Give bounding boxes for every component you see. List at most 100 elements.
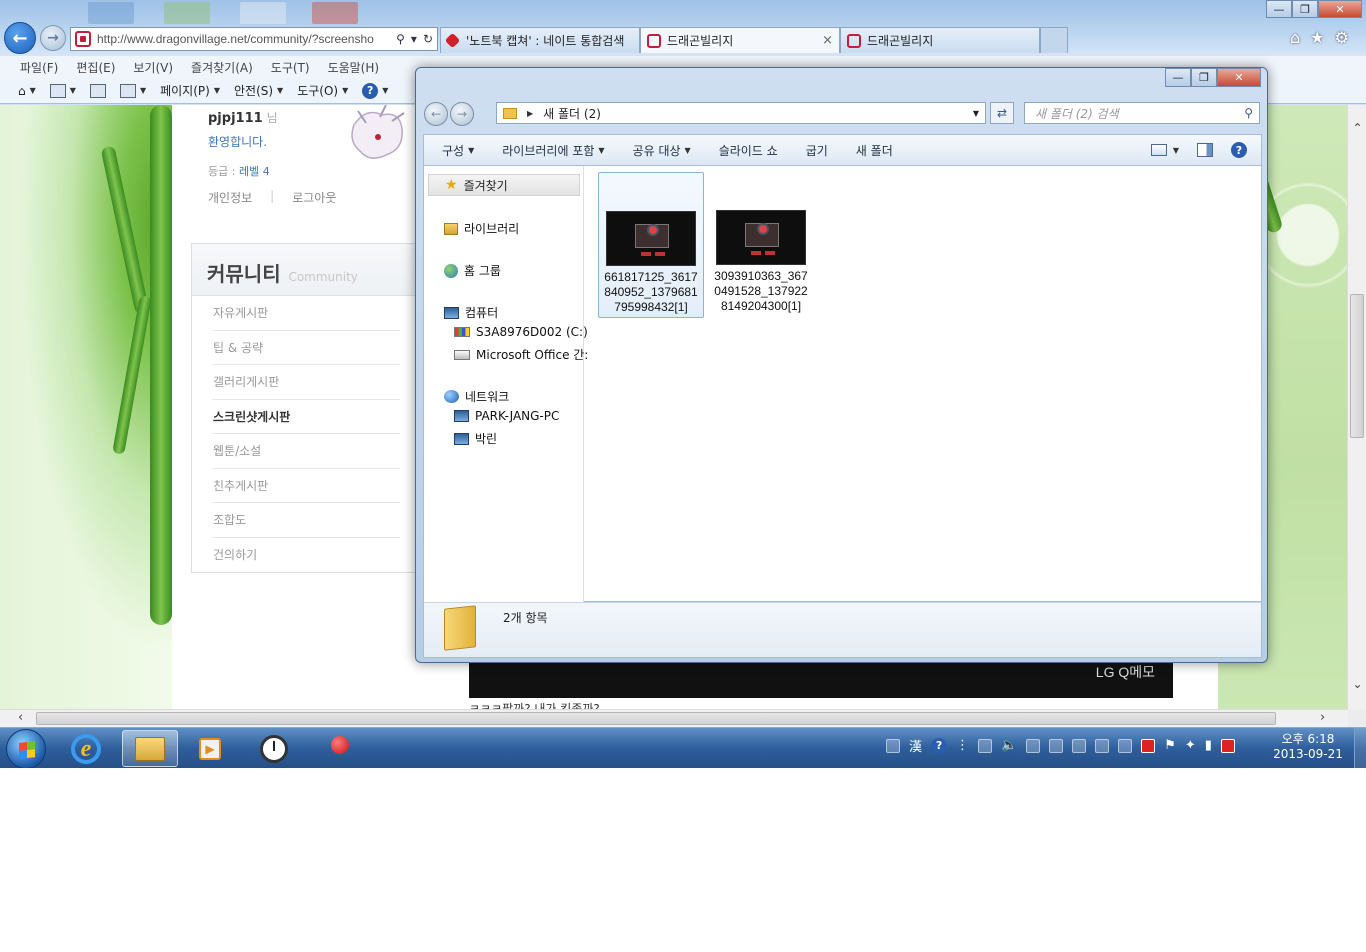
vertical-scroll-thumb[interactable]	[1350, 294, 1364, 438]
tray-app-icon[interactable]	[1049, 738, 1064, 753]
mail-button[interactable]	[89, 83, 106, 98]
nav-network-pc2[interactable]: 박린	[454, 430, 497, 447]
embedded-video[interactable]: LG Q메모	[469, 660, 1173, 698]
explorer-address-bar[interactable]: ▶ 새 폴더 (2) ▼	[496, 102, 986, 124]
change-view-button[interactable]: ▼	[1150, 144, 1179, 156]
file-item[interactable]: 661817125_3617840952_1379681795998432[1]	[598, 172, 704, 318]
breadcrumb-current-folder[interactable]: 새 폴더 (2)	[543, 105, 601, 122]
ime-hanja-indicator[interactable]: 漢	[909, 736, 922, 755]
nav-network[interactable]: 네트워크	[444, 388, 509, 405]
safety-menu[interactable]: 안전(S) ▼	[234, 82, 283, 99]
community-item-combination[interactable]: 조합도	[212, 503, 400, 538]
new-tab-button[interactable]	[1040, 27, 1068, 53]
scroll-left-icon[interactable]: ‹	[18, 710, 23, 725]
maximize-button[interactable]: ❐	[1191, 68, 1217, 87]
horizontal-scrollbar[interactable]: ‹ ›	[0, 709, 1348, 727]
tray-app-icon[interactable]	[1072, 738, 1087, 753]
community-item-screenshot[interactable]: 스크린샷게시판	[212, 400, 400, 434]
explorer-forward-button[interactable]: →	[450, 102, 474, 126]
tools-menu[interactable]: 도구(O) ▼	[297, 82, 348, 99]
scroll-up-icon[interactable]: ⌃	[1348, 121, 1366, 135]
tray-app-icon[interactable]	[1141, 738, 1156, 753]
nav-network-pc1[interactable]: PARK-JANG-PC	[454, 409, 559, 423]
community-item-webtoon[interactable]: 웹툰/소설	[212, 434, 400, 469]
menu-tools[interactable]: 도구(T)	[271, 59, 310, 76]
slideshow-button[interactable]: 슬라이드 쇼	[719, 142, 778, 159]
tray-app-icon[interactable]: ✦	[1185, 738, 1196, 753]
scroll-down-icon[interactable]: ⌄	[1348, 677, 1366, 691]
vertical-scrollbar[interactable]: ⌃ ⌄	[1347, 105, 1366, 709]
minimize-button[interactable]: —	[1165, 68, 1191, 87]
wifi-signal-icon[interactable]: ▮	[1205, 738, 1212, 753]
start-button[interactable]	[6, 729, 46, 768]
community-item-free-board[interactable]: 자유게시판	[212, 296, 400, 331]
action-center-flag-icon[interactable]: ⚑	[1164, 738, 1176, 753]
close-button[interactable]: ✕	[1318, 0, 1362, 18]
include-library-button[interactable]: 라이브러리에 포함 ▼	[502, 142, 604, 159]
horizontal-scroll-thumb[interactable]	[36, 712, 1276, 725]
community-item-tips[interactable]: 팁 & 공략	[212, 331, 400, 365]
tray-app-icon[interactable]	[1118, 738, 1133, 753]
scroll-right-icon[interactable]: ›	[1320, 710, 1325, 725]
forward-button[interactable]: →	[40, 25, 66, 51]
breadcrumb-arrow-icon[interactable]: ▶	[527, 109, 533, 118]
taskbar-clock[interactable]: 오후 6:18 2013-09-21	[1270, 732, 1346, 762]
new-folder-button[interactable]: 새 폴더	[856, 142, 893, 159]
menu-help[interactable]: 도움말(H)	[328, 59, 380, 76]
explorer-refresh-button[interactable]: ⇄	[990, 102, 1014, 124]
preview-pane-icon[interactable]	[1197, 143, 1213, 157]
address-url[interactable]: http://www.dragonvillage.net/community/?…	[97, 32, 392, 46]
search-icon[interactable]: ⚲	[396, 32, 405, 46]
dropdown-icon[interactable]: ▼	[973, 109, 979, 118]
community-item-suggestion[interactable]: 건의하기	[212, 538, 400, 573]
favorites-star-icon[interactable]: ★	[1310, 28, 1324, 47]
tray-app-icon[interactable]	[1095, 738, 1110, 753]
taskbar-pin-app[interactable]	[310, 730, 366, 767]
file-item[interactable]: 3093910363_3670491528_1379228149204300[1…	[708, 172, 814, 318]
tray-app-icon[interactable]	[978, 738, 993, 753]
show-desktop-button[interactable]	[1354, 728, 1366, 768]
settings-gear-icon[interactable]: ⚙	[1335, 28, 1349, 47]
tab-dragonvillage-active[interactable]: 드래곤빌리지 ×	[640, 27, 840, 53]
pdf-reader-icon[interactable]	[1220, 738, 1235, 753]
taskbar-internet-explorer[interactable]: e	[58, 730, 114, 767]
share-with-button[interactable]: 공유 대상 ▼	[633, 142, 691, 159]
help-icon[interactable]: ?	[931, 737, 948, 754]
logout-link[interactable]: 로그아웃	[292, 189, 336, 206]
tray-app-icon[interactable]	[1026, 738, 1041, 753]
community-item-gallery[interactable]: 갤러리게시판	[212, 365, 400, 400]
nav-homegroup[interactable]: 홈 그룹	[444, 262, 501, 279]
explorer-search-input[interactable]: 새 폴더 (2) 검색 ⚲	[1024, 102, 1260, 124]
menu-view[interactable]: 보기(V)	[133, 59, 173, 76]
nav-libraries[interactable]: 라이브러리	[444, 220, 519, 237]
community-item-friend[interactable]: 친추게시판	[212, 469, 400, 503]
taskbar-explorer[interactable]	[122, 730, 178, 767]
print-button[interactable]: ▼	[119, 83, 146, 98]
nav-drive-c[interactable]: S3A8976D002 (C:)	[454, 325, 588, 339]
ime-tool-icon[interactable]	[886, 738, 900, 753]
help-menu[interactable]: ? ▼	[362, 82, 388, 99]
help-icon[interactable]: ?	[1231, 142, 1247, 158]
burn-button[interactable]: 굽기	[806, 142, 828, 159]
page-menu[interactable]: 페이지(P) ▼	[160, 82, 220, 99]
nav-drive-office[interactable]: Microsoft Office 간:	[454, 346, 588, 363]
close-button[interactable]: ✕	[1217, 68, 1261, 87]
tab-close-icon[interactable]: ×	[812, 33, 833, 48]
taskbar-media-player[interactable]: ▶	[182, 730, 238, 767]
home-button[interactable]: ⌂ ▼	[18, 84, 36, 98]
back-button[interactable]: ←	[4, 22, 36, 54]
maximize-button[interactable]: ❐	[1292, 0, 1318, 18]
menu-favorites[interactable]: 즐겨찾기(A)	[191, 59, 253, 76]
home-icon[interactable]: ⌂	[1290, 28, 1300, 47]
volume-icon[interactable]: 🔈	[1001, 738, 1017, 753]
tab-dragonvillage[interactable]: 드래곤빌리지	[840, 27, 1040, 53]
refresh-icon[interactable]: ↻	[423, 32, 433, 46]
nav-computer[interactable]: 컴퓨터	[444, 304, 498, 321]
menu-edit[interactable]: 편집(E)	[76, 59, 115, 76]
menu-file[interactable]: 파일(F)	[20, 59, 58, 76]
profile-info-link[interactable]: 개인정보	[208, 189, 252, 206]
address-bar[interactable]: http://www.dragonvillage.net/community/?…	[70, 27, 438, 51]
taskbar-clock-app[interactable]	[246, 730, 302, 767]
ime-options-icon[interactable]: ⋮	[956, 738, 969, 753]
tab-nate-search[interactable]: '노트북 캡쳐' : 네이트 통합검색	[440, 27, 640, 53]
